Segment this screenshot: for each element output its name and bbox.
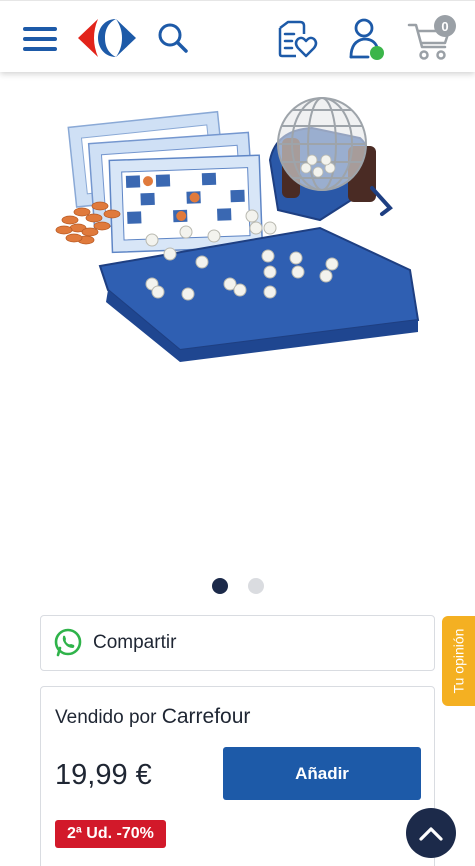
whatsapp-icon bbox=[54, 628, 82, 657]
feedback-tab-label: Tu opinión bbox=[450, 628, 467, 694]
chevron-up-icon bbox=[419, 827, 443, 841]
share-button[interactable]: Compartir bbox=[40, 615, 435, 671]
promo-badge: 2ª Ud. -70% bbox=[55, 820, 166, 848]
search-icon bbox=[158, 23, 188, 53]
cart-button[interactable]: 0 bbox=[400, 13, 460, 65]
image-carousel-dots bbox=[0, 578, 475, 596]
user-account-icon bbox=[349, 18, 384, 60]
product-image[interactable] bbox=[30, 80, 445, 560]
carousel-dot-2[interactable] bbox=[247, 578, 264, 594]
purchase-card: Vendido por Carrefour 19,99 € Añadir 2ª … bbox=[40, 686, 435, 866]
carrefour-logo[interactable] bbox=[74, 15, 140, 61]
seller-prefix: Vendido por bbox=[55, 707, 157, 728]
product-price: 19,99 € bbox=[55, 759, 152, 791]
menu-button[interactable] bbox=[20, 21, 60, 57]
seller-info: Vendido por Carrefour bbox=[55, 705, 250, 729]
hamburger-menu-icon bbox=[23, 27, 57, 51]
add-to-cart-button[interactable]: Añadir bbox=[223, 747, 421, 800]
seller-name[interactable]: Carrefour bbox=[162, 705, 251, 728]
feedback-tab[interactable]: Tu opinión bbox=[442, 616, 475, 706]
scroll-to-top-button[interactable] bbox=[406, 808, 456, 858]
cart-count-badge: 0 bbox=[434, 15, 456, 37]
wishlist-heart-icon bbox=[278, 20, 318, 58]
account-button[interactable] bbox=[344, 15, 388, 63]
carousel-dot-1[interactable] bbox=[211, 578, 228, 594]
wishlist-button[interactable] bbox=[272, 16, 320, 62]
share-label: Compartir bbox=[93, 632, 177, 653]
search-button[interactable] bbox=[154, 19, 192, 57]
top-header: 0 bbox=[0, 0, 475, 72]
